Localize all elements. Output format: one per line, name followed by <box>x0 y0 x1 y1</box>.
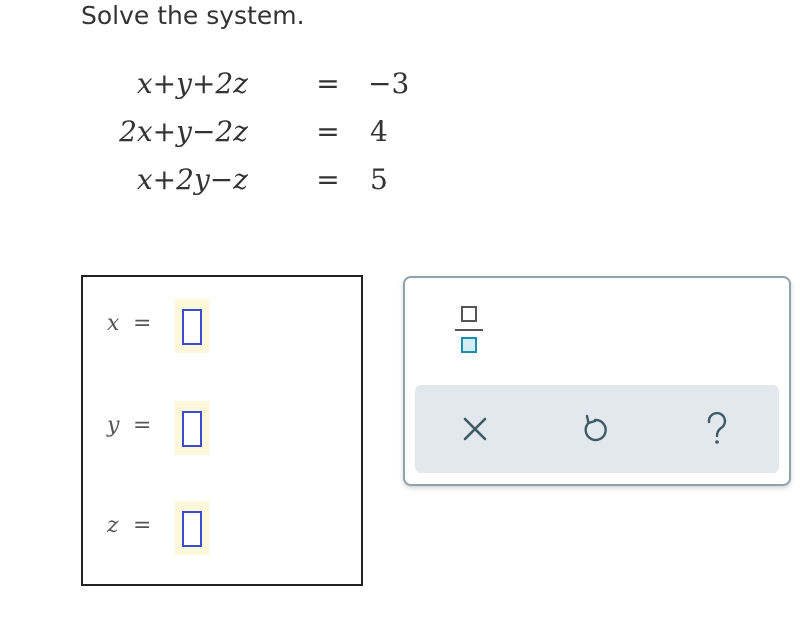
answer-input-z[interactable] <box>175 501 209 555</box>
variable-label-z: z <box>107 513 119 538</box>
help-button[interactable] <box>695 407 739 451</box>
equals-sign: = <box>133 513 152 538</box>
answer-input-y[interactable] <box>175 401 209 455</box>
equation-row-2: 2x+y−2z = 4 <box>119 112 388 152</box>
equation-lhs: x+y+2z <box>136 67 248 100</box>
input-slot[interactable] <box>182 511 202 547</box>
equation-row-3: x+2y−z = 5 <box>137 160 388 200</box>
answer-input-x[interactable] <box>175 299 209 353</box>
equation-rhs: −3 <box>368 67 410 100</box>
question-prompt: Solve the system. <box>81 1 305 30</box>
equation-equals: = <box>316 67 340 100</box>
clear-button[interactable] <box>453 407 497 451</box>
equals-sign: = <box>133 413 152 438</box>
variable-label-y: y <box>107 413 120 438</box>
equation-rhs: 4 <box>370 115 388 148</box>
undo-button[interactable] <box>573 407 617 451</box>
question-mark-icon <box>695 407 739 451</box>
answer-row-x: x = <box>83 299 361 355</box>
equation-lhs: x+2y−z <box>136 163 248 196</box>
equation-equals: = <box>316 163 340 196</box>
undo-icon <box>573 407 617 451</box>
input-slot[interactable] <box>182 411 202 447</box>
answer-row-y: y = <box>83 401 361 457</box>
equation-equals: = <box>316 115 340 148</box>
answer-box: x = y = z = <box>81 275 363 586</box>
math-tool-panel <box>403 276 791 486</box>
denominator-box <box>461 337 477 353</box>
fraction-template-button[interactable] <box>449 300 489 360</box>
equation-lhs: 2x+y−2z <box>119 115 248 148</box>
close-x-icon <box>453 407 497 451</box>
equation-rhs: 5 <box>370 163 388 196</box>
numerator-box <box>461 306 477 322</box>
fraction-bar <box>455 329 483 331</box>
variable-label-x: x <box>107 311 120 336</box>
equation-row-1: x+y+2z = −3 <box>137 64 409 104</box>
input-slot[interactable] <box>182 309 202 345</box>
answer-row-z: z = <box>83 501 361 557</box>
action-bar <box>415 385 779 473</box>
equals-sign: = <box>133 311 152 336</box>
